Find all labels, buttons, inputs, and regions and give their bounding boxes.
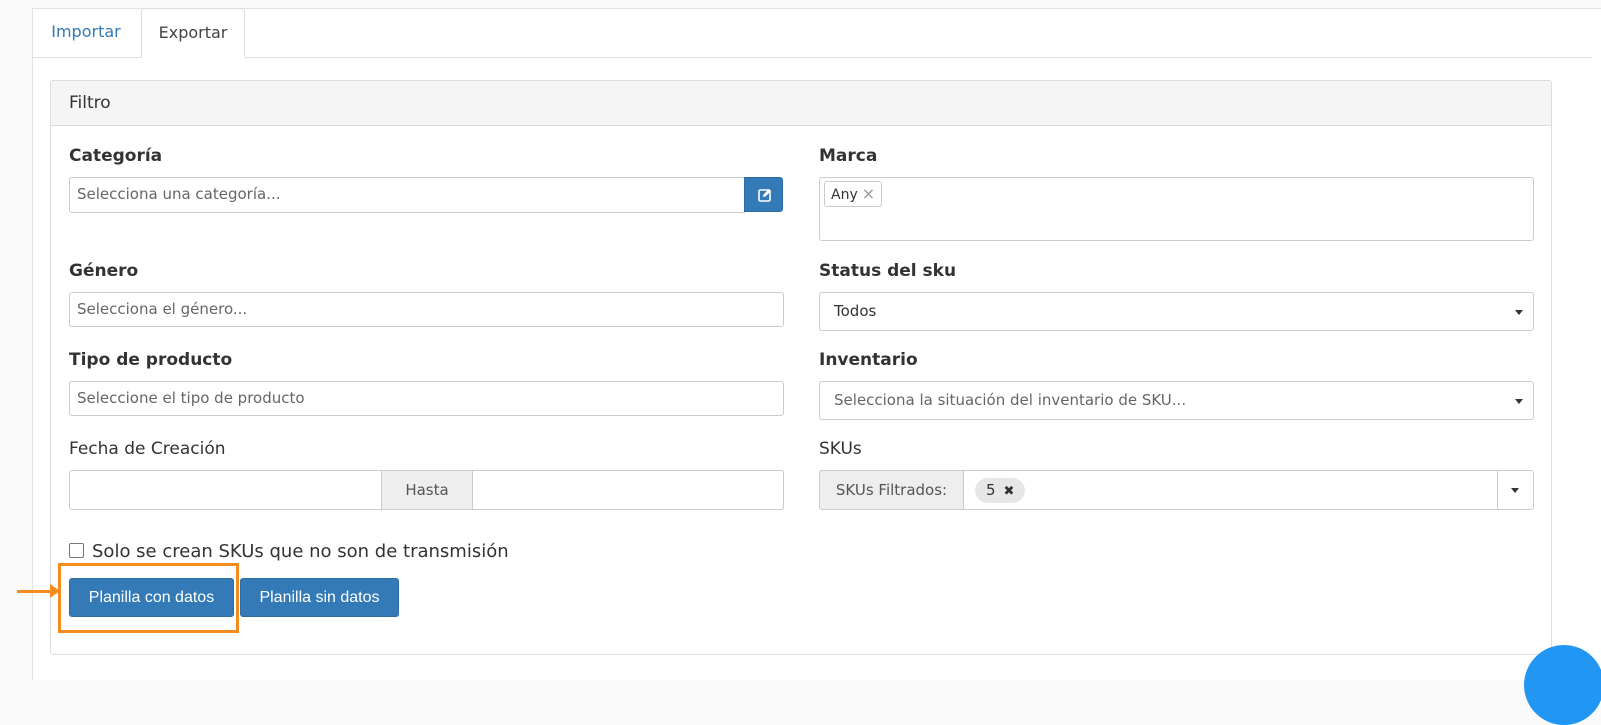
edit-icon — [758, 189, 771, 202]
skus-chip-value: 5 — [986, 481, 996, 499]
inventario-label: Inventario — [819, 350, 918, 370]
tag-remove-icon[interactable]: × — [862, 184, 875, 203]
arrow-right-icon — [17, 590, 53, 593]
skus-dropdown-toggle[interactable] — [1497, 470, 1534, 510]
genero-input[interactable]: Selecciona el género... — [69, 292, 784, 327]
caret-down-icon — [1515, 398, 1523, 404]
fecha-hasta-input[interactable] — [472, 470, 784, 510]
transmision-checkbox[interactable] — [69, 543, 84, 558]
fecha-label: Fecha de Creación — [69, 439, 226, 459]
caret-down-icon — [1515, 309, 1523, 315]
filter-panel-header: Filtro — [51, 81, 1551, 126]
planilla-sin-datos-button[interactable]: Planilla sin datos — [240, 578, 399, 617]
genero-label: Género — [69, 261, 139, 281]
status-select[interactable]: Todos — [819, 292, 1534, 331]
filter-title: Filtro — [69, 93, 111, 113]
arrow-head-icon — [50, 584, 60, 598]
fecha-desde-input[interactable] — [69, 470, 382, 510]
marca-tag-label: Any — [831, 187, 858, 203]
marca-label: Marca — [819, 146, 878, 166]
skus-input[interactable] — [963, 470, 1498, 510]
marca-input[interactable] — [819, 177, 1534, 241]
transmision-checkbox-label: Solo se crean SKUs que no son de transmi… — [92, 541, 509, 562]
inventario-placeholder: Selecciona la situación del inventario d… — [834, 391, 1187, 409]
categoria-label: Categoría — [69, 146, 163, 166]
filter-panel: Filtro — [50, 80, 1552, 655]
status-label: Status del sku — [819, 261, 957, 281]
marca-tag: Any × — [824, 181, 883, 207]
skus-label: SKUs — [819, 439, 862, 459]
highlight-box — [58, 563, 239, 633]
floating-action-button[interactable] — [1524, 645, 1601, 725]
fecha-hasta-addon: Hasta — [381, 470, 473, 510]
tipo-input[interactable]: Seleccione el tipo de producto — [69, 381, 784, 416]
tab-importar[interactable]: Importar — [32, 8, 140, 56]
categoria-edit-button[interactable] — [744, 177, 783, 212]
tab-exportar[interactable]: Exportar — [141, 8, 245, 58]
inventario-select[interactable]: Selecciona la situación del inventario d… — [819, 381, 1534, 420]
skus-addon: SKUs Filtrados: — [819, 470, 964, 510]
categoria-input[interactable]: Selecciona una categoría... — [69, 177, 745, 213]
status-value: Todos — [834, 302, 877, 320]
chip-remove-icon[interactable]: ✖ — [1004, 484, 1015, 499]
tab-bar: Importar Exportar — [32, 8, 1592, 58]
skus-chip: 5 ✖ — [975, 478, 1026, 503]
tipo-label: Tipo de producto — [69, 350, 233, 370]
caret-down-icon — [1511, 488, 1519, 493]
